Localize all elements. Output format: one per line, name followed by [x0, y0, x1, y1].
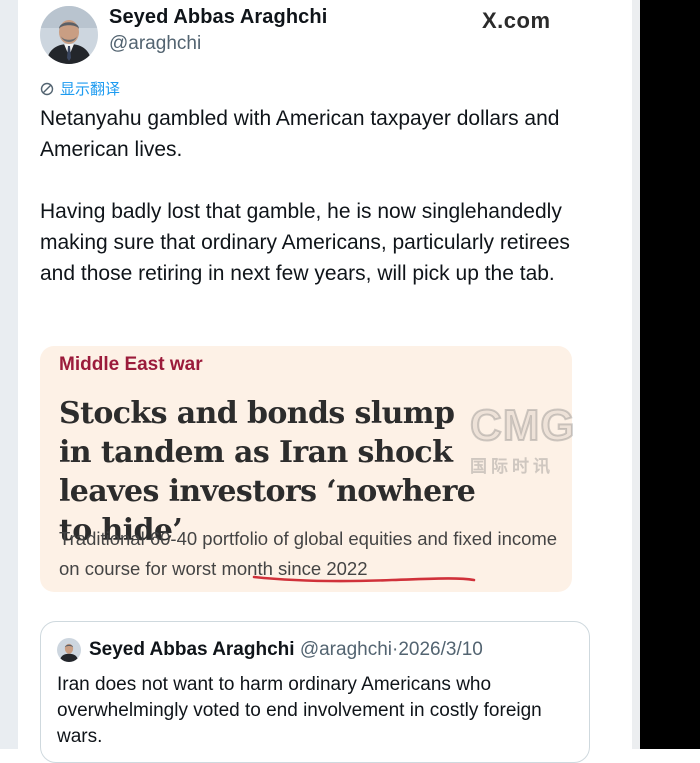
quoted-post-text: Iran does not want to harm ordinary Amer…: [57, 674, 542, 747]
author-handle[interactable]: @araghchi: [109, 33, 201, 55]
red-underline-annotation: [252, 575, 476, 583]
tweet-card: Seyed Abbas Araghchi @araghchi X.com 显示翻…: [18, 0, 632, 763]
quoted-post-header: Seyed Abbas Araghchi @araghchi·2026/3/10: [89, 639, 483, 661]
quoted-author-handle[interactable]: @araghchi: [300, 639, 392, 660]
cmg-watermark: CMG 国际时讯: [469, 401, 576, 477]
post-paragraph-1: Netanyahu gambled with American taxpayer…: [40, 107, 560, 161]
post-paragraph-2: Having badly lost that gamble, he is now…: [40, 200, 570, 285]
x-com-watermark: X.com: [482, 8, 551, 33]
quoted-post-date[interactable]: 2026/3/10: [398, 639, 483, 660]
translate-icon: [40, 82, 54, 95]
right-black-strip: [640, 0, 700, 749]
quoted-author-name[interactable]: Seyed Abbas Araghchi: [89, 639, 295, 660]
show-translation-link[interactable]: 显示翻译: [40, 78, 120, 99]
author-avatar[interactable]: [40, 6, 98, 64]
cmg-watermark-logo: CMG: [469, 401, 576, 450]
article-section-tag: Middle East war: [59, 354, 203, 375]
left-background-strip: [0, 0, 18, 749]
author-display-name[interactable]: Seyed Abbas Araghchi: [109, 6, 327, 29]
quoted-post[interactable]: Seyed Abbas Araghchi @araghchi·2026/3/10…: [40, 621, 590, 763]
quoted-avatar-image: [57, 638, 81, 662]
quoted-author-avatar[interactable]: [57, 638, 81, 662]
avatar-image: [40, 6, 98, 64]
show-translation-label: 显示翻译: [60, 81, 121, 98]
cmg-watermark-subtitle: 国际时讯: [470, 457, 554, 476]
right-edge-shadow: [632, 0, 640, 749]
